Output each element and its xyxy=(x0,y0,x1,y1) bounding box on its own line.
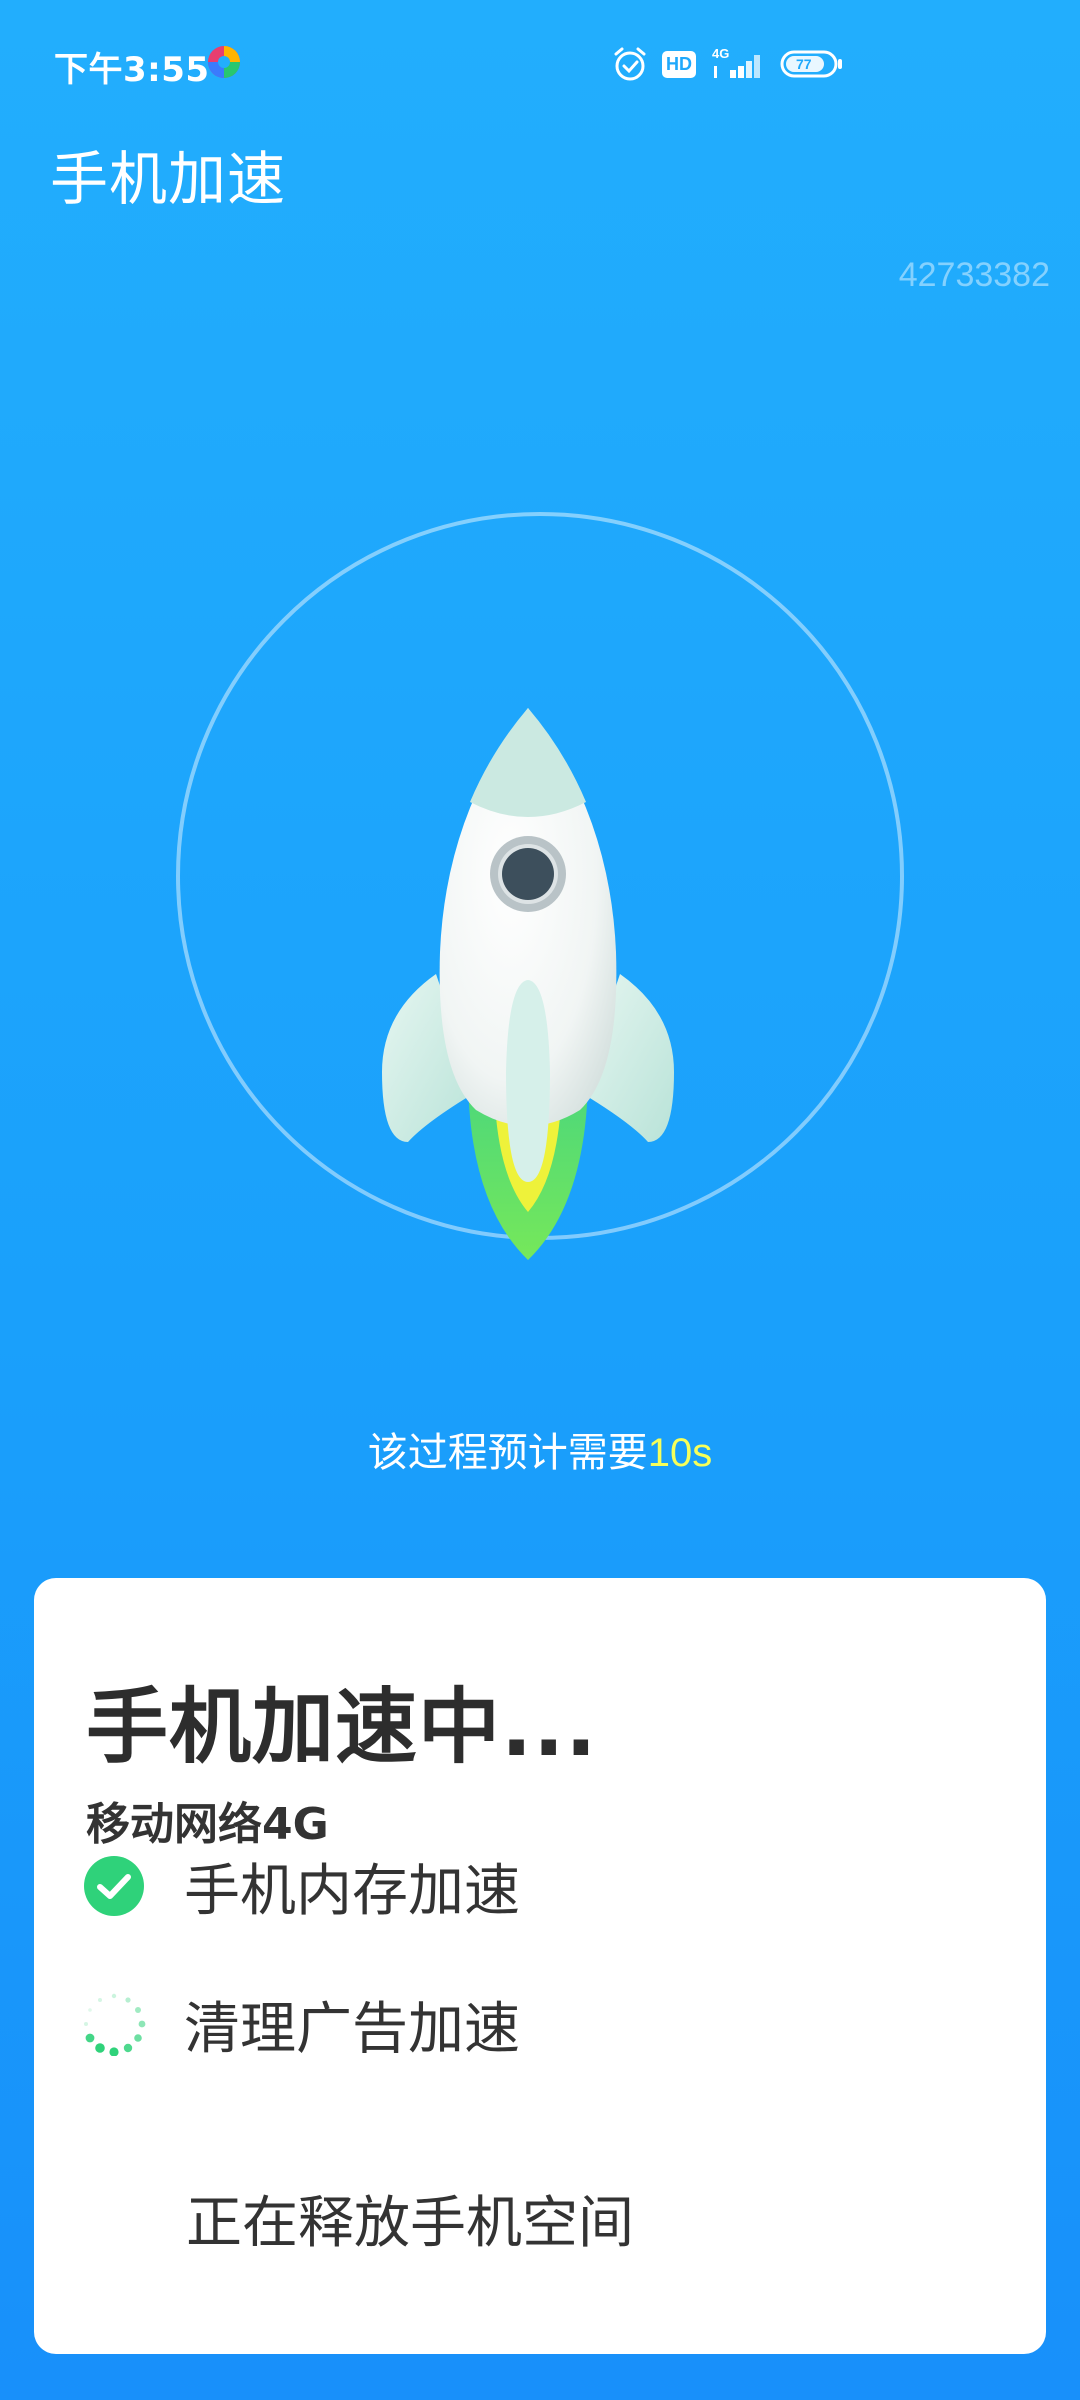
check-circle-icon xyxy=(84,1856,144,1916)
app-notification-icon xyxy=(208,46,240,78)
alarm-icon xyxy=(614,47,646,81)
card-title: 手机加速中... xyxy=(86,1680,598,1775)
rocket-center-fin xyxy=(506,980,550,1182)
status-time: 下午3:55 xyxy=(54,50,210,90)
release-status-text: 正在释放手机空间 xyxy=(186,2191,634,2256)
rocket-nose xyxy=(470,708,586,817)
network-type-label: 移动网络4G xyxy=(86,1799,329,1850)
status-bar: 下午3:55 HD 4G 77 xyxy=(0,0,1080,128)
task-label: 手机内存加速 xyxy=(184,1858,520,1924)
task-item-memory: 手机内存加速 xyxy=(82,1846,520,1926)
status-icons: HD 4G 77 xyxy=(612,40,844,88)
svg-text:77: 77 xyxy=(796,56,812,72)
loading-spinner-icon xyxy=(84,1993,146,2056)
hint-text: 该过程预计需要 xyxy=(367,1430,648,1476)
task-item-ads: 清理广告加速 xyxy=(82,1984,520,2064)
hd-icon: HD xyxy=(662,50,696,78)
hint-duration: 10s xyxy=(647,1431,713,1475)
rocket-illustration xyxy=(176,512,904,1260)
signal-4g-icon: 4G xyxy=(712,46,760,78)
device-id-label: 42733382 xyxy=(898,256,1050,294)
battery-icon: 77 xyxy=(780,50,842,78)
page-title: 手机加速 xyxy=(50,145,287,213)
task-label: 清理广告加速 xyxy=(184,1996,520,2062)
svg-text:4G: 4G xyxy=(712,46,729,61)
estimated-time-hint: 该过程预计需要10s xyxy=(0,1420,1080,1478)
